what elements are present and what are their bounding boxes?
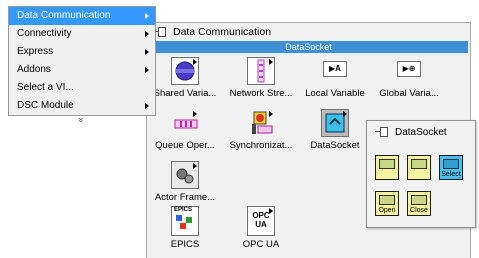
ds-close-icon [411,195,427,205]
menu-item-data-communication[interactable]: Data Communication [9,7,155,25]
synchronization-icon [247,109,275,137]
expand-menu-chevron-icon[interactable]: » [9,115,155,127]
palette-title: Data Communication [173,26,272,38]
palette-item-epics[interactable]: EPICS EPICS [147,206,223,250]
network-stream-icon [247,57,275,85]
ds-open-button[interactable]: Open [375,191,399,216]
ds-close-button[interactable]: Close [407,191,431,216]
palette-item-actor-framework[interactable]: Actor Frame... [147,161,223,203]
palette-item-synchronization[interactable]: Synchronizat... [223,109,299,151]
menu-item-dsc-module[interactable]: DSC Module [9,97,155,115]
palette-item-queue-operations[interactable]: Queue Oper... [147,109,223,151]
menu-item-addons[interactable]: Addons [9,61,155,79]
actor-framework-icon [171,161,199,189]
datasocket-palette: DataSocket Select Open Close [366,120,476,228]
menu-item-select-a-vi[interactable]: Select a VI... [9,79,155,97]
palette-item-label: Network Stre... [229,88,293,99]
submenu-arrow-icon [145,67,149,73]
palette-item-label: DataSocket [310,140,360,151]
palette-item-label: Global Varia... [379,88,439,99]
ds-select-button[interactable]: Select [439,155,463,180]
palette-item-network-stream[interactable]: Network Stre... [223,57,299,99]
queue-operations-icon [171,109,199,137]
palette-item-label: Queue Oper... [155,140,215,151]
labview-functions-palette-screenshot: Data Communication DataSocket Shared Var… [0,0,479,258]
palette-header: Data Communication [147,23,470,41]
palette-item-opc-ua[interactable]: OPC UA OPC UA [223,206,299,250]
ds-open-icon [379,195,395,205]
palette-item-label: OPC UA [242,239,280,250]
opc-ua-icon: OPC UA [247,206,275,236]
menu-item-express[interactable]: Express [9,43,155,61]
pin-icon[interactable] [375,126,389,138]
submenu-arrow-icon [145,103,149,109]
palette-subheader: DataSocket [149,41,468,53]
submenu-arrow-icon [145,49,149,55]
local-variable-icon: ▶A [323,61,347,77]
functions-menu: Data Communication Connectivity Express … [8,6,156,123]
palette-item-global-variable[interactable]: ▶⊕ Global Varia... [371,57,447,99]
palette-item-label: Shared Varia... [153,88,217,99]
palette-item-datasocket[interactable]: DataSocket [297,109,373,151]
palette-item-label: Actor Frame... [154,192,216,203]
palette-item-shared-variable[interactable]: Shared Varia... [147,57,223,99]
datasocket-palette-title: DataSocket [395,126,447,138]
datasocket-icon [321,109,349,137]
shared-variable-icon [171,57,199,85]
ds-write-icon [411,159,427,169]
palette-item-label: EPICS [170,239,200,250]
palette-item-local-variable[interactable]: ▶A Local Variable [297,57,373,99]
ds-read-button[interactable] [375,155,399,180]
submenu-arrow-icon [145,13,149,19]
palette-item-label: Synchronizat... [229,140,293,151]
datasocket-palette-header: DataSocket [367,121,475,143]
palette-item-label: Local Variable [305,88,365,99]
ds-select-icon [443,159,459,169]
epics-icon: EPICS [171,206,199,236]
submenu-arrow-icon [145,31,149,37]
ds-read-icon [379,159,395,169]
global-variable-icon: ▶⊕ [397,61,421,77]
menu-item-connectivity[interactable]: Connectivity [9,25,155,43]
ds-write-button[interactable] [407,155,431,180]
